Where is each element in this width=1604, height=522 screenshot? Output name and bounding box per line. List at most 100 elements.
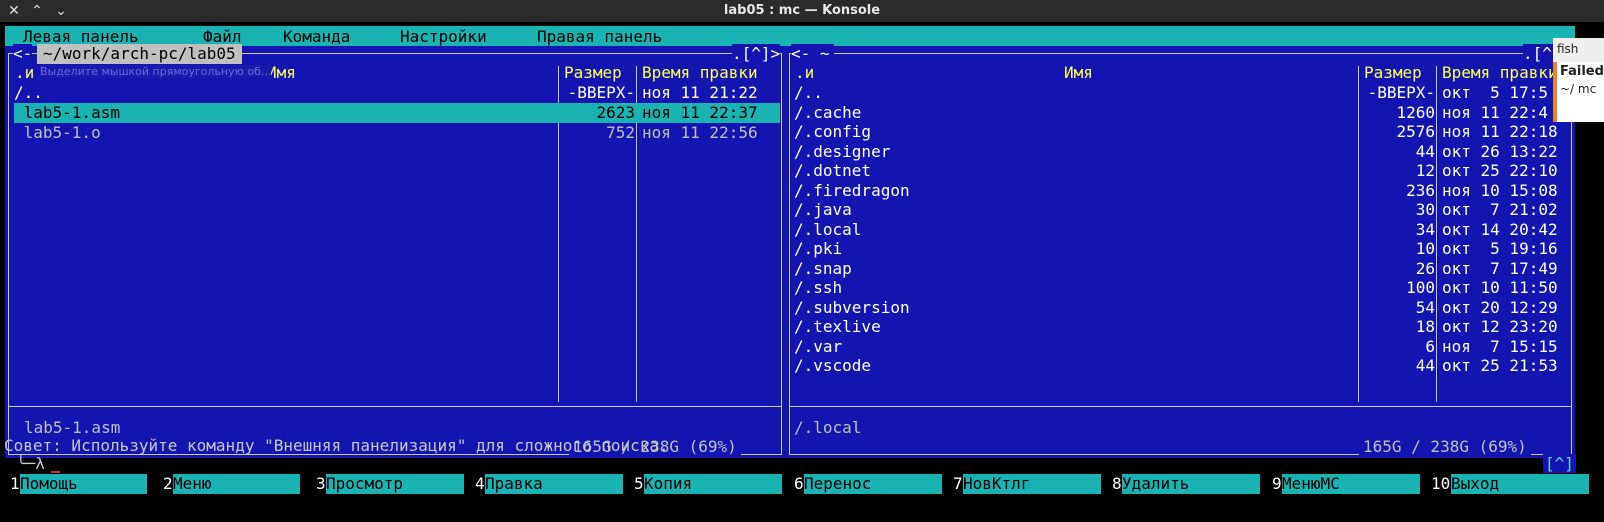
file-size: 18 xyxy=(1415,317,1435,336)
notification-text: ~/ mc xyxy=(1560,82,1597,96)
file-name: /.ssh xyxy=(794,278,843,297)
file-size: 2576 xyxy=(1396,122,1435,141)
fkey-mkdir[interactable]: 7 НовКтлг xyxy=(953,474,1101,494)
file-size: 236 xyxy=(1406,180,1435,200)
table-row[interactable]: /.texlive 18 окт 12 23:20 xyxy=(789,317,1571,337)
file-size: 26 xyxy=(1415,258,1435,278)
fkey-edit[interactable]: 4 Правка xyxy=(475,474,623,494)
file-size: 12 xyxy=(1415,161,1435,180)
table-row[interactable]: /.designer 44 окт 26 13:22 xyxy=(789,142,1571,162)
table-row[interactable]: /.config 2576 ноя 11 22:18 xyxy=(789,122,1571,142)
fkey-usermenu[interactable]: 9 МенюМС xyxy=(1272,474,1420,494)
table-row[interactable]: /.firedragon 236 ноя 10 15:08 xyxy=(789,181,1571,201)
table-row[interactable]: /.ssh 100 окт 10 11:50 xyxy=(789,278,1571,298)
table-row[interactable]: /.snap 26 окт 7 17:49 xyxy=(789,259,1571,279)
function-key-bar: 1 Помощь 2 Меню 3 Просмотр 4 Правка 5 Копия 6… xyxy=(10,474,1589,494)
shell-prompt[interactable]: ╰─λ xyxy=(16,454,60,473)
terminal[interactable]: Левая панель Файл Команда Настройки Прав… xyxy=(0,22,1604,522)
file-name: /.var xyxy=(794,336,843,356)
table-row[interactable]: /.cache 1260 ноя 11 22:4 xyxy=(789,103,1571,123)
file-name: /.cache xyxy=(794,102,862,122)
file-size: 30 xyxy=(1415,200,1435,219)
menu-settings[interactable]: Настройки xyxy=(400,27,487,46)
table-row[interactable]: /.local 34 окт 14 20:42 xyxy=(789,220,1571,240)
left-nav-back[interactable]: <- xyxy=(13,44,33,64)
fkey-exit[interactable]: 10 Выход xyxy=(1431,474,1589,494)
file-size: 1260 xyxy=(1396,102,1435,122)
right-sort-indicator[interactable]: .и xyxy=(795,63,814,83)
right-panel-path[interactable]: <- ~ xyxy=(791,44,834,64)
file-name: /.vscode xyxy=(794,356,872,375)
fkey-help[interactable]: 1 Помощь xyxy=(10,474,147,494)
file-time: окт 20 12:29 xyxy=(1442,297,1558,317)
file-time: ноя 11 22:18 xyxy=(1442,122,1558,141)
file-time: ноя 11 21:22 xyxy=(642,83,758,102)
file-time: окт 5 17:5 xyxy=(1442,83,1548,102)
left-panel-path[interactable]: ~/work/arch-pc/lab05 xyxy=(37,44,242,64)
menu-command[interactable]: Команда xyxy=(283,27,350,46)
notification-app: fish xyxy=(1557,42,1579,56)
fkey-menu[interactable]: 2 Меню xyxy=(163,474,300,494)
file-time: окт 10 11:50 xyxy=(1442,278,1558,297)
file-time: ноя 10 15:08 xyxy=(1442,180,1558,200)
history-button[interactable]: [^] xyxy=(1543,454,1576,473)
table-row[interactable]: /.var 6 ноя 7 15:15 xyxy=(789,337,1571,357)
file-time: окт 25 22:10 xyxy=(1442,161,1558,180)
mc-hint: Совет: Используйте команду "Внешняя пане… xyxy=(4,436,669,455)
file-size: 2623 xyxy=(596,103,635,122)
file-size: -ВВЕРХ- xyxy=(1367,83,1435,102)
cursor xyxy=(50,471,60,473)
left-nav-history[interactable]: .[^]> xyxy=(732,44,781,64)
file-name: /.subversion xyxy=(794,297,910,317)
notification-body[interactable]: Failed ~/ mc xyxy=(1553,62,1604,122)
file-name: /.java xyxy=(794,200,852,219)
file-time: окт 25 21:53 xyxy=(1442,356,1558,375)
table-row[interactable]: /.. -ВВЕРХ-окт 5 17:5 xyxy=(789,83,1571,103)
file-name: /.snap xyxy=(794,258,852,278)
prompt-symbol: ╰─λ xyxy=(16,454,45,473)
right-header-name[interactable]: Имя xyxy=(1064,63,1093,83)
notification-popup[interactable]: fish Failed ~/ mc xyxy=(1553,38,1604,122)
table-row[interactable]: /.pki 10 окт 5 19:16 xyxy=(789,239,1571,259)
file-time: окт 7 17:49 xyxy=(1442,258,1558,278)
file-time: окт 5 19:16 xyxy=(1442,239,1558,258)
right-panel[interactable]: <- ~ .[^]> .и Имя Размер Время правки /.… xyxy=(785,44,1575,458)
fkey-move[interactable]: 6 Перенос xyxy=(794,474,942,494)
file-time: ноя 11 22:4 xyxy=(1442,102,1548,122)
left-sort-indicator[interactable]: .и xyxy=(15,63,34,83)
right-status-sep xyxy=(789,406,1572,407)
fkey-delete[interactable]: 8 Удалить xyxy=(1112,474,1260,494)
table-row-selected[interactable]: lab5-1.asm 2623 ноя 11 22:37 xyxy=(14,103,780,123)
table-row[interactable]: /.dotnet 12 окт 25 22:10 xyxy=(789,161,1571,181)
file-name: /.texlive xyxy=(794,317,881,336)
selection-tooltip: Выделите мышкой прямоугольную об... xyxy=(40,65,272,78)
menu-right-panel[interactable]: Правая панель xyxy=(537,27,662,46)
window-titlebar: ✕ ⌃ ⌄ lab05 : mc — Konsole xyxy=(0,0,1604,22)
file-name: lab5-1.o xyxy=(14,123,101,142)
file-time: ноя 11 22:56 xyxy=(642,123,758,142)
file-size: 10 xyxy=(1415,239,1435,258)
file-name: /.. xyxy=(794,83,823,102)
window-title: lab05 : mc — Konsole xyxy=(723,3,881,18)
table-row[interactable]: /.java 30 окт 7 21:02 xyxy=(789,200,1571,220)
fkey-copy[interactable]: 5 Копия xyxy=(634,474,782,494)
table-row[interactable]: /.. -ВВЕРХ- ноя 11 21:22 xyxy=(9,83,781,103)
table-row[interactable]: /.subversion 54 окт 20 12:29 xyxy=(789,298,1571,318)
file-time: окт 7 21:02 xyxy=(1442,200,1558,219)
file-name: /.firedragon xyxy=(794,180,910,200)
fkey-view[interactable]: 3 Просмотр xyxy=(316,474,464,494)
file-name: /.config xyxy=(794,122,872,141)
right-header-time[interactable]: Время правки xyxy=(1442,63,1558,83)
right-disk-usage: 165G / 238G (69%) xyxy=(1359,437,1531,457)
left-header-size[interactable]: Размер xyxy=(564,63,622,83)
left-status-sep xyxy=(8,406,782,407)
file-name: /.local xyxy=(794,219,862,239)
left-panel[interactable]: <- ~/work/arch-pc/lab05 .[^]> .и Имя Раз… xyxy=(5,44,785,458)
right-header-size[interactable]: Размер xyxy=(1364,63,1422,83)
mc-menubar: Левая панель Файл Команда Настройки Прав… xyxy=(5,26,1575,46)
left-status-file: lab5-1.asm xyxy=(24,418,121,437)
file-time: окт 26 13:22 xyxy=(1442,141,1558,161)
table-row[interactable]: /.vscode 44 окт 25 21:53 xyxy=(789,356,1571,376)
table-row[interactable]: lab5-1.o 752 ноя 11 22:56 xyxy=(9,123,781,143)
left-header-time[interactable]: Время правки xyxy=(642,63,758,83)
